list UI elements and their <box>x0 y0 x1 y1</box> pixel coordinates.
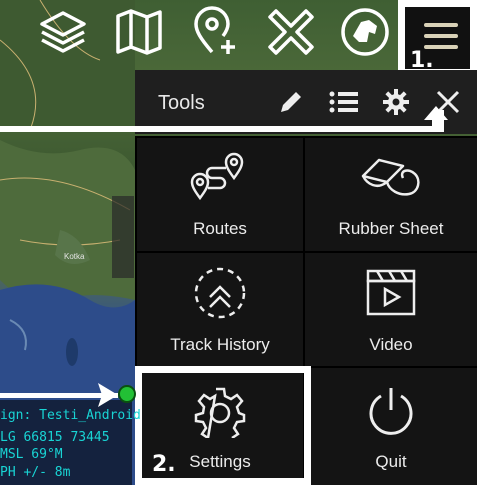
tile-rubber-sheet[interactable]: Rubber Sheet <box>305 138 477 251</box>
route-icon <box>190 152 244 201</box>
tile-track-history-label: Track History <box>170 335 270 354</box>
power-icon <box>369 388 413 435</box>
add-waypoint-icon[interactable] <box>186 4 244 60</box>
tile-quit[interactable]: Quit <box>305 368 477 485</box>
annotation-arrow-1 <box>421 104 451 130</box>
tile-track-history[interactable]: Track History <box>137 253 303 366</box>
panel-title: Tools <box>158 92 205 114</box>
close-x-icon[interactable] <box>262 4 320 60</box>
map-side-handle[interactable] <box>112 196 134 278</box>
annotation-arrow-2 <box>96 381 120 414</box>
tile-rubber-sheet-label: Rubber Sheet <box>338 219 444 238</box>
tile-routes-label: Routes <box>193 219 247 238</box>
edit-pencil-icon[interactable] <box>275 86 307 118</box>
info-altitude: MSL 69°M <box>0 447 63 462</box>
hamburger-icon <box>424 23 458 49</box>
tile-video-label: Video <box>369 335 413 354</box>
track-history-icon <box>194 267 246 319</box>
map-city-label: Kotka <box>64 252 85 261</box>
top-toolbar <box>0 0 400 66</box>
rubber-sheet-icon <box>361 158 420 196</box>
info-accuracy: PH +/- 8m <box>0 465 71 480</box>
map-icon[interactable] <box>110 4 168 60</box>
annotation-step-2: 2. <box>152 452 176 477</box>
annotation-line-1 <box>0 126 444 132</box>
info-coordinates: LG 66815 73445 <box>0 430 110 445</box>
annotation-line-1-vertical <box>438 110 444 132</box>
gps-position-marker[interactable] <box>118 385 136 403</box>
settings-small-icon[interactable] <box>380 86 412 118</box>
tile-quit-label: Quit <box>375 452 407 471</box>
layers-icon[interactable] <box>34 4 92 60</box>
tile-routes[interactable]: Routes <box>137 138 303 251</box>
tile-video[interactable]: Video <box>305 253 477 366</box>
video-icon <box>366 269 416 316</box>
dog-tracker-icon[interactable] <box>336 4 394 60</box>
list-icon[interactable] <box>328 86 360 118</box>
